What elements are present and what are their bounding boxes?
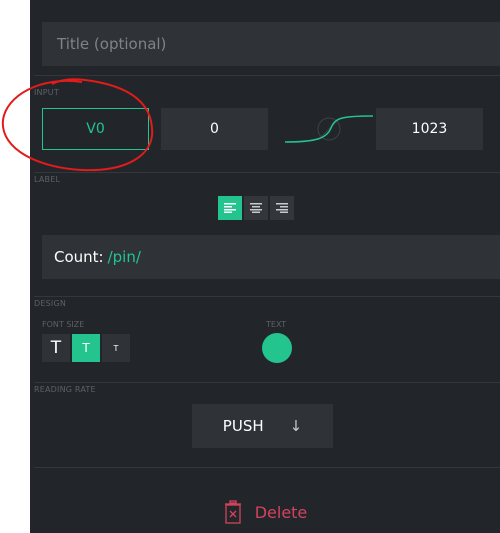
delete-button[interactable]: Delete [30,496,500,528]
text-color-picker[interactable] [262,333,292,363]
font-size-medium-label: T [82,341,90,355]
delete-label: Delete [254,502,308,522]
reading-rate-value: PUSH [222,417,264,435]
divider [34,172,500,173]
label-pin-token: /pin/ [107,248,141,266]
pin-selector[interactable]: V0 [42,108,149,150]
font-size-medium-button[interactable]: T [72,334,100,362]
font-size-selector: T T T [42,334,130,362]
chevron-down-icon: ↓ [289,417,303,435]
align-left-button[interactable] [218,196,242,220]
title-placeholder: Title (optional) [57,35,167,53]
align-right-icon [276,203,288,213]
reading-rate-dropdown[interactable]: PUSH ↓ [192,404,333,448]
font-size-large-label: T [50,338,62,358]
font-size-small-label: T [113,343,119,353]
divider [34,296,500,297]
trash-icon [224,500,241,524]
widget-settings-panel: Title (optional) INPUT V0 0 1023 LABEL C… [30,0,500,533]
max-value: 1023 [411,121,448,137]
align-center-button[interactable] [244,196,268,220]
reading-rate-label: READING RATE [34,385,96,394]
max-value-field[interactable]: 1023 [376,108,483,150]
text-alignment-group [218,196,294,220]
min-value-field[interactable]: 0 [161,108,268,150]
font-size-large-button[interactable]: T [42,334,70,362]
min-value: 0 [210,121,219,137]
label-section-label: LABEL [34,175,61,184]
title-input[interactable]: Title (optional) [42,22,500,66]
label-prefix: Count: [54,248,104,266]
pin-value: V0 [86,121,105,137]
divider [34,467,500,468]
align-left-icon [224,203,236,213]
divider [34,382,500,383]
mapping-curve-icon [284,115,374,143]
align-right-button[interactable] [270,196,294,220]
align-center-icon [250,203,262,213]
design-section-label: DESIGN [34,299,67,308]
text-color-label: TEXT [266,320,287,329]
input-section-label: INPUT [34,88,59,97]
label-input[interactable]: Count: /pin/ [42,235,500,279]
divider [34,75,500,76]
font-size-label: FONT SIZE [42,320,85,329]
font-size-small-button[interactable]: T [102,334,130,362]
